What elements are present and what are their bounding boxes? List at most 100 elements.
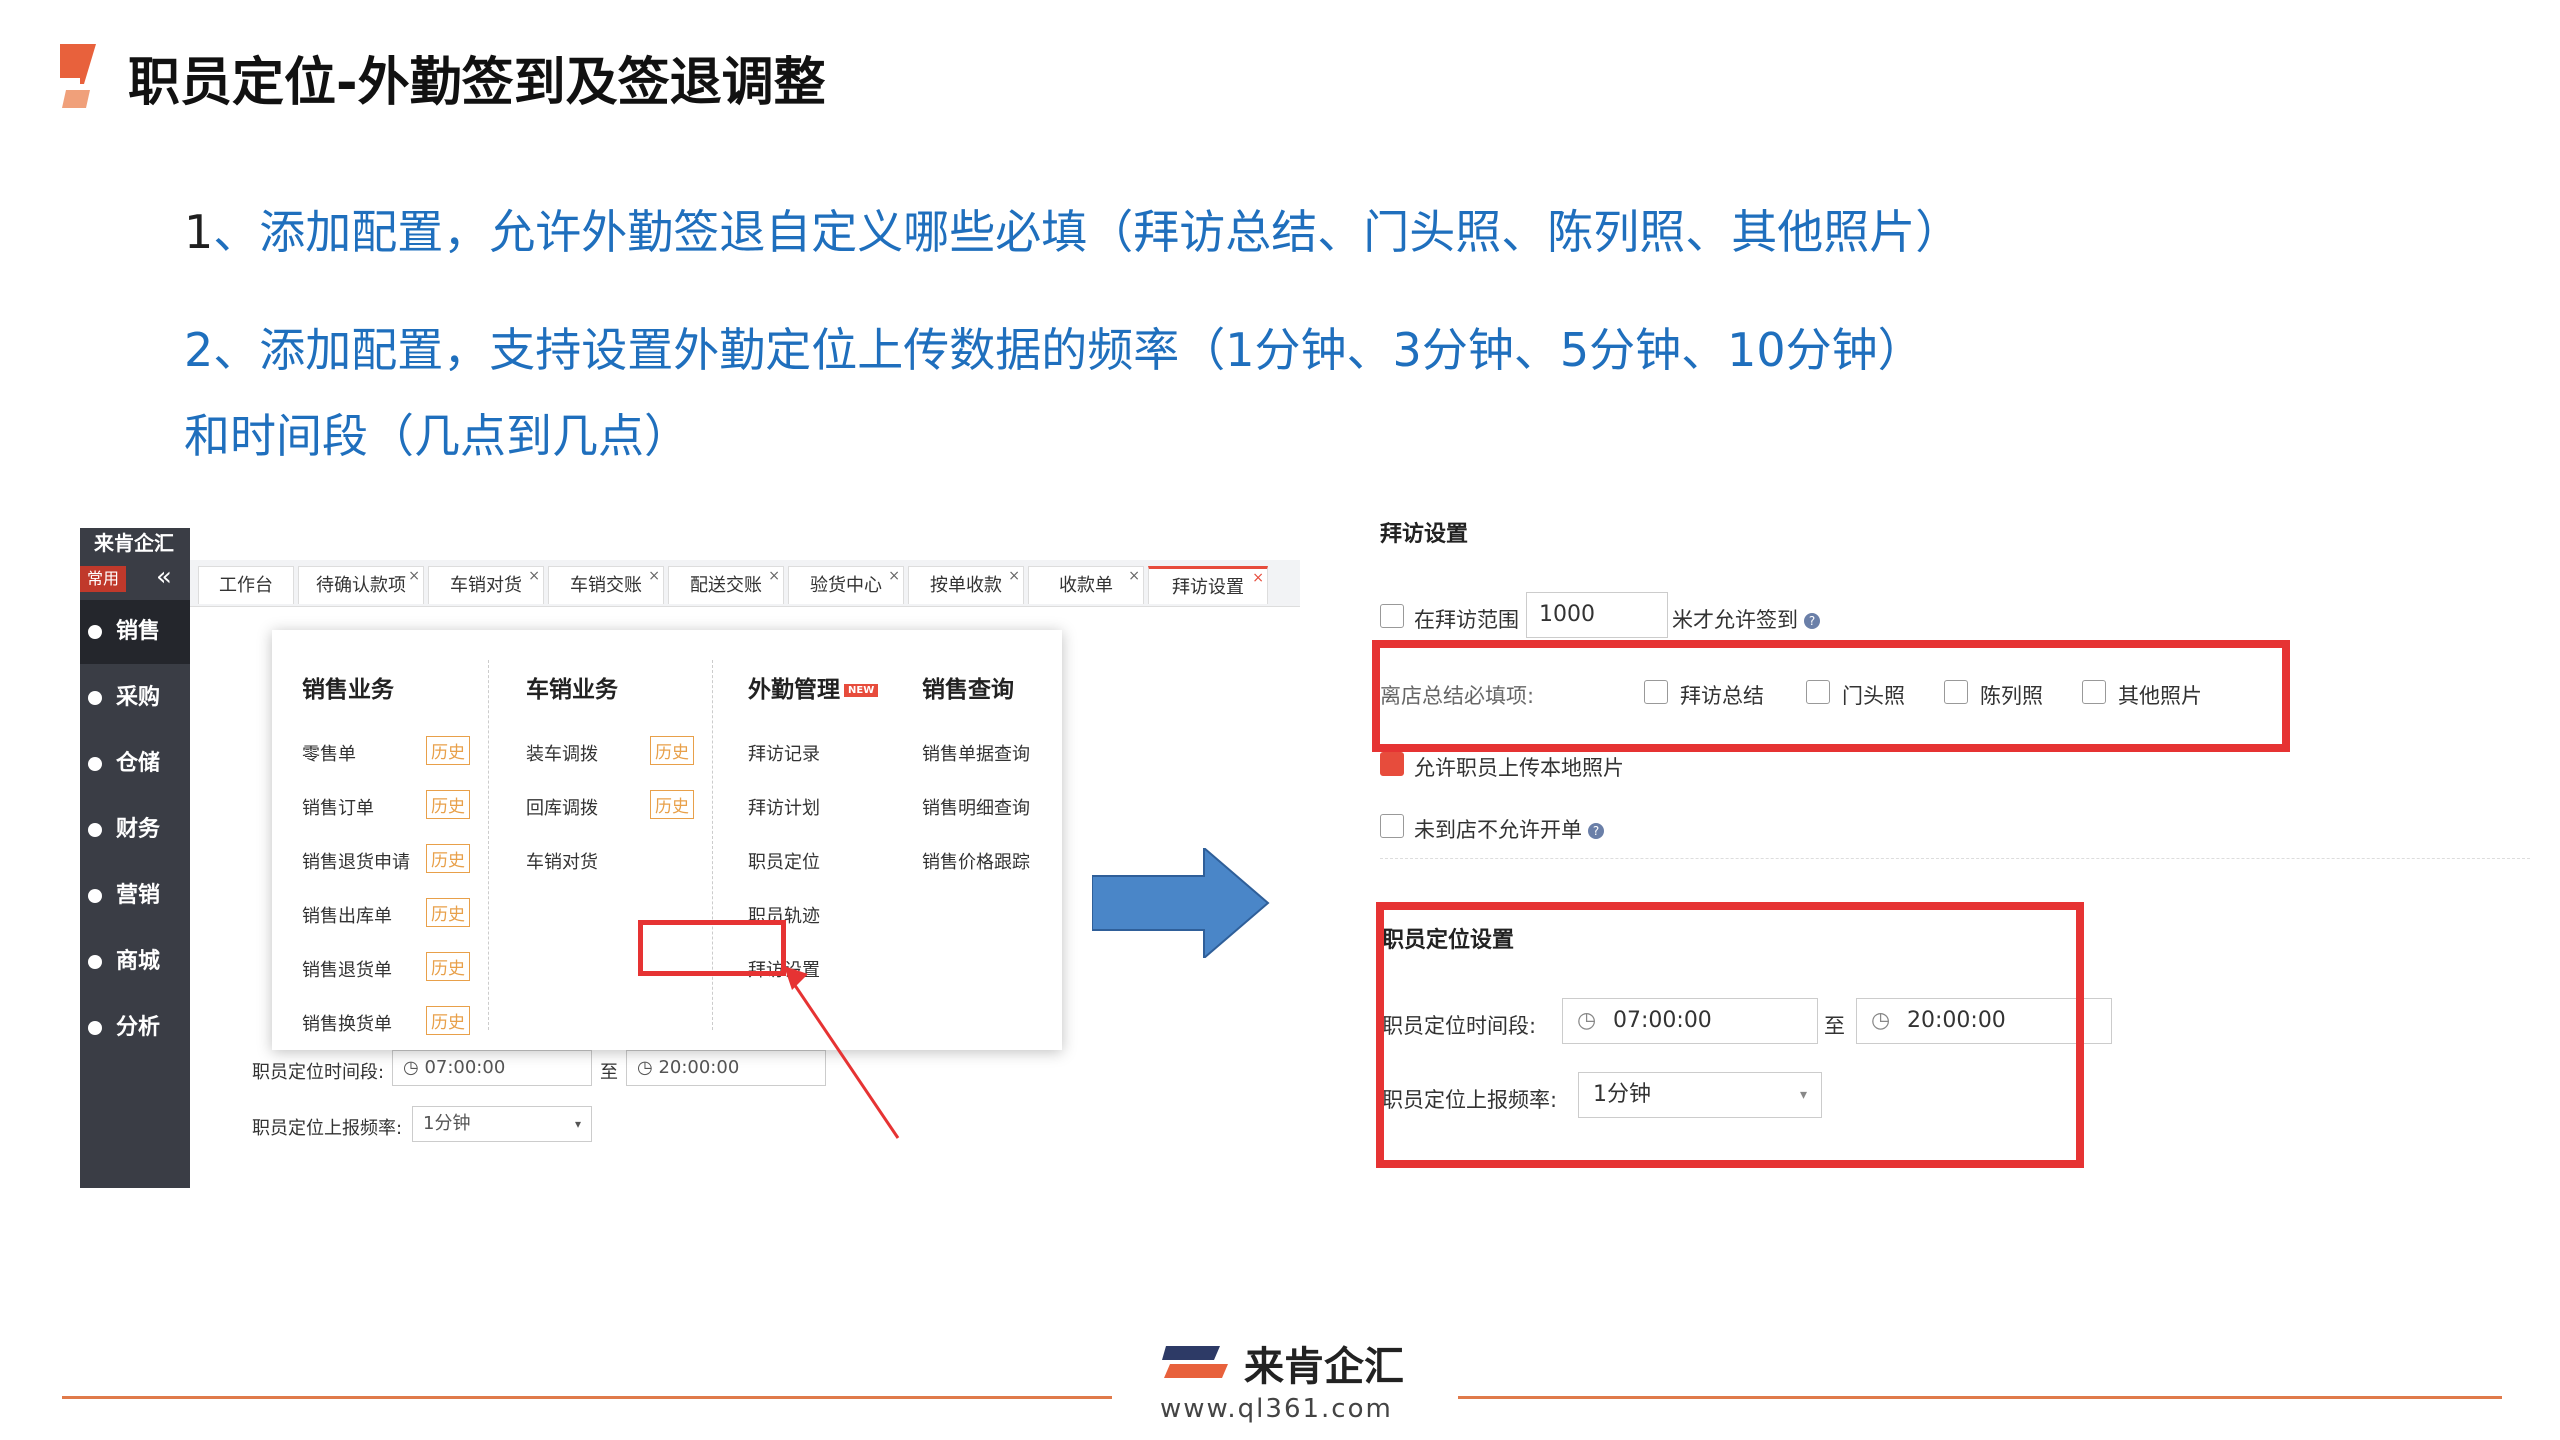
history-tag[interactable]: 历史 bbox=[426, 1006, 470, 1035]
storage-icon bbox=[88, 757, 102, 771]
highlight-box-location bbox=[1376, 902, 2084, 1168]
close-icon[interactable]: × bbox=[1252, 559, 1264, 597]
menu-item-visit-plan[interactable]: 拜访计划 bbox=[748, 794, 820, 820]
menu-item-price-track[interactable]: 销售价格跟踪 bbox=[922, 848, 1030, 874]
common-badge[interactable]: 常用 bbox=[80, 566, 126, 592]
sidebar-item-sales[interactable]: 销售 bbox=[80, 600, 190, 664]
menu-item-sales-exchange[interactable]: 销售换货单 bbox=[302, 1010, 392, 1036]
menu-item-car-check[interactable]: 车销对货 bbox=[526, 848, 598, 874]
history-tag[interactable]: 历史 bbox=[426, 844, 470, 873]
section-divider bbox=[1380, 858, 2530, 860]
point-2-number: 2 bbox=[184, 323, 214, 377]
sidebar: 来肯企汇 常用 « 销售 采购 仓储 财务 营销 商城 分析 bbox=[80, 528, 190, 1188]
menu-item-sales-order[interactable]: 销售订单 bbox=[302, 794, 374, 820]
sales-icon bbox=[88, 625, 102, 639]
tab-bar: 工作台 待确认款项 × 车销对货 × 车销交账 × 配送交账 × 验货中心 × 按单收款 ×… bbox=[190, 560, 1300, 607]
tab-visit-settings[interactable]: 拜访设置 × bbox=[1148, 566, 1268, 604]
menu-item-staff-location[interactable]: 职员定位 bbox=[748, 848, 820, 874]
highlight-box-required bbox=[1372, 640, 2290, 752]
tab-car-settle[interactable]: 车销交账 × bbox=[548, 566, 664, 604]
sidebar-item-storage[interactable]: 仓储 bbox=[80, 732, 190, 796]
tab-delivery-settle[interactable]: 配送交账 × bbox=[668, 566, 784, 604]
menu-item-retail[interactable]: 零售单 bbox=[302, 740, 356, 766]
point-2-text: 、添加配置，支持设置外勤定位上传数据的频率（1分钟、3分钟、5分钟、10分钟） bbox=[213, 323, 1924, 377]
close-icon[interactable]: × bbox=[408, 557, 420, 595]
tab-inspection[interactable]: 验货中心 × bbox=[788, 566, 904, 604]
sidebar-brand: 来肯企汇 bbox=[94, 531, 174, 555]
range-suffix: 米才允许签到? bbox=[1672, 604, 1820, 634]
sidebar-item-purchase[interactable]: 采购 bbox=[80, 666, 190, 730]
point-1: 1、添加配置，允许外勤签退自定义哪些必填（拜访总结、门头照、陈列照、其他照片） bbox=[184, 196, 1961, 262]
range-label: 在拜访范围 bbox=[1414, 608, 1519, 632]
footer-line-right bbox=[1458, 1396, 2502, 1399]
close-icon[interactable]: × bbox=[648, 557, 660, 595]
sidebar-item-analysis[interactable]: 分析 bbox=[80, 996, 190, 1060]
menu-item-return-transfer[interactable]: 回库调拨 bbox=[526, 794, 598, 820]
help-icon[interactable]: ? bbox=[1804, 613, 1820, 629]
close-icon[interactable]: × bbox=[768, 557, 780, 595]
sidebar-item-finance[interactable]: 财务 bbox=[80, 798, 190, 862]
new-badge: NEW bbox=[844, 684, 879, 697]
close-icon[interactable]: × bbox=[1128, 557, 1140, 595]
footer-brand: 来肯企汇 bbox=[1244, 1344, 1404, 1390]
finance-icon bbox=[88, 823, 102, 837]
tab-car-check[interactable]: 车销对货 × bbox=[428, 566, 544, 604]
not-arrive-label: 未到店不允许开单? bbox=[1414, 814, 1604, 844]
history-tag[interactable]: 历史 bbox=[426, 952, 470, 981]
menu-item-return-request[interactable]: 销售退货申请 bbox=[302, 848, 410, 874]
history-tag[interactable]: 历史 bbox=[426, 898, 470, 927]
menu-panel: 销售业务 零售单 销售订单 销售退货申请 销售出库单 销售退货单 销售换货单 历… bbox=[272, 630, 1062, 1050]
point-2-line-2: 和时间段（几点到几点） bbox=[184, 409, 690, 463]
frequency-select[interactable]: 1分钟 ▾ bbox=[412, 1106, 592, 1142]
allow-upload-checkbox[interactable] bbox=[1380, 752, 1404, 776]
history-tag[interactable]: 历史 bbox=[650, 790, 694, 819]
menu-query-title: 销售查询 bbox=[922, 677, 1014, 703]
mall-icon bbox=[88, 955, 102, 969]
history-tag[interactable]: 历史 bbox=[426, 790, 470, 819]
menu-item-doc-query[interactable]: 销售单据查询 bbox=[922, 740, 1030, 766]
frequency-label: 职员定位上报频率: bbox=[252, 1118, 403, 1139]
close-icon[interactable]: × bbox=[888, 557, 900, 595]
pointer-arrow-icon bbox=[784, 966, 900, 1139]
start-time-input[interactable]: ◷ 07:00:00 bbox=[392, 1050, 592, 1086]
footer-line-left bbox=[62, 1396, 1112, 1399]
point-1-text: 、添加配置，允许外勤签退自定义哪些必填（拜访总结、门头照、陈列照、其他照片） bbox=[213, 205, 1962, 259]
menu-divider bbox=[488, 660, 490, 1030]
tab-workbench[interactable]: 工作台 bbox=[198, 566, 294, 604]
sidebar-item-marketing[interactable]: 营销 bbox=[80, 864, 190, 928]
footer-logo-icon bbox=[1162, 1346, 1228, 1378]
purchase-icon bbox=[88, 691, 102, 705]
menu-sales-title: 销售业务 bbox=[302, 677, 394, 703]
history-tag[interactable]: 历史 bbox=[650, 736, 694, 765]
menu-item-sales-out[interactable]: 销售出库单 bbox=[302, 902, 392, 928]
menu-item-sales-return[interactable]: 销售退货单 bbox=[302, 956, 392, 982]
menu-item-load-transfer[interactable]: 装车调拨 bbox=[526, 740, 598, 766]
not-arrive-checkbox[interactable] bbox=[1380, 814, 1404, 838]
sidebar-item-mall[interactable]: 商城 bbox=[80, 930, 190, 994]
collapse-sidebar-icon[interactable]: « bbox=[156, 562, 172, 592]
footer-url: www.ql361.com bbox=[1160, 1394, 1393, 1424]
history-tag[interactable]: 历史 bbox=[426, 736, 470, 765]
close-icon[interactable]: × bbox=[528, 557, 540, 595]
help-icon[interactable]: ? bbox=[1588, 823, 1604, 839]
to-label: 至 bbox=[600, 1062, 618, 1083]
menu-item-visit-record[interactable]: 拜访记录 bbox=[748, 740, 820, 766]
slide-title: 职员定位-外勤签到及签退调整 bbox=[128, 53, 826, 113]
slide-logo-icon bbox=[58, 44, 96, 108]
analysis-icon bbox=[88, 1021, 102, 1035]
range-input[interactable]: 1000 bbox=[1526, 592, 1668, 638]
point-2: 2、添加配置，支持设置外勤定位上传数据的频率（1分钟、3分钟、5分钟、10分钟） bbox=[184, 314, 1924, 380]
menu-car-title: 车销业务 bbox=[526, 677, 618, 703]
tab-order-collection[interactable]: 按单收款 × bbox=[908, 566, 1024, 604]
tab-pending-payments[interactable]: 待确认款项 × bbox=[298, 566, 424, 604]
close-icon[interactable]: × bbox=[1008, 557, 1020, 595]
visit-settings-title: 拜访设置 bbox=[1380, 522, 1469, 547]
menu-item-detail-query[interactable]: 销售明细查询 bbox=[922, 794, 1030, 820]
menu-field-title: 外勤管理 NEW bbox=[748, 670, 879, 704]
range-checkbox[interactable] bbox=[1380, 604, 1404, 628]
tab-receipt[interactable]: 收款单 × bbox=[1028, 566, 1144, 604]
chevron-down-icon: ▾ bbox=[574, 1117, 581, 1131]
allow-upload-label: 允许职员上传本地照片 bbox=[1414, 756, 1624, 780]
highlight-box-visit-settings bbox=[638, 920, 786, 976]
marketing-icon bbox=[88, 889, 102, 903]
